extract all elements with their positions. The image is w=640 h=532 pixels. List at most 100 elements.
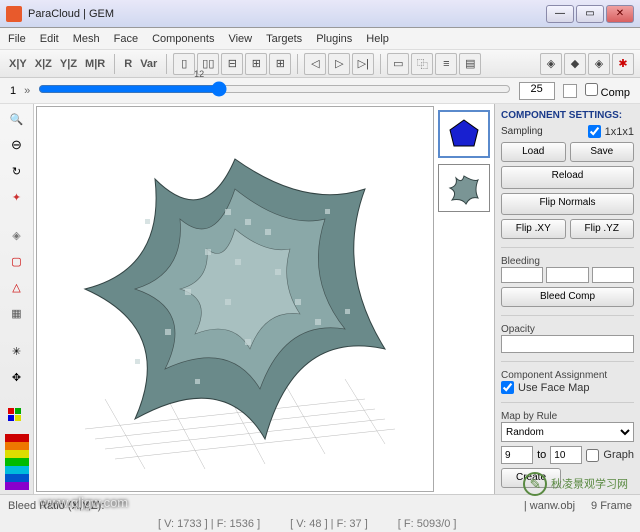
cube-shade-icon[interactable]: ◈ — [588, 53, 610, 75]
layers-icon[interactable]: ≡ — [435, 53, 457, 75]
separator — [114, 54, 115, 74]
render-preview — [37, 107, 433, 491]
thumbnail-component[interactable] — [438, 110, 490, 158]
layout-1-icon[interactable]: ▯ — [173, 53, 195, 75]
viewport[interactable] — [36, 106, 434, 492]
tool-var[interactable]: Var — [140, 58, 157, 70]
window-title: ParaCloud | GEM — [28, 8, 544, 20]
axis-xy[interactable]: X|Y — [9, 58, 27, 70]
layout-2h-icon[interactable]: ⊟ — [221, 53, 243, 75]
rule-select[interactable]: Random — [501, 422, 634, 442]
cube-icon[interactable]: ◈ — [5, 224, 29, 246]
next-frame-icon[interactable]: ▷| — [352, 53, 374, 75]
menu-targets[interactable]: Targets — [266, 33, 302, 45]
thumbnail-panel — [436, 104, 494, 494]
menu-file[interactable]: File — [8, 33, 26, 45]
left-toolbar: 🔍 ⊖ ↻ ✦ ◈ ▢ △ ▦ ✳ ✥ — [0, 104, 34, 494]
menu-edit[interactable]: Edit — [40, 33, 59, 45]
settings-panel: COMPONENT SETTINGS: Sampling 1x1x1 Load … — [494, 104, 640, 494]
zoom-out-icon[interactable]: ⊖ — [5, 134, 29, 156]
tool-r[interactable]: R — [124, 58, 132, 70]
load-button[interactable]: Load — [501, 142, 566, 162]
main-area: 🔍 ⊖ ↻ ✦ ◈ ▢ △ ▦ ✳ ✥ — [0, 104, 640, 494]
layout-3-icon[interactable]: ⊞ — [245, 53, 267, 75]
menu-bar: File Edit Mesh Face Components View Targ… — [0, 28, 640, 50]
flip-normals-button[interactable]: Flip Normals — [501, 193, 634, 216]
triangle-icon[interactable]: △ — [5, 276, 29, 298]
menu-face[interactable]: Face — [114, 33, 138, 45]
bleed-z[interactable] — [592, 267, 634, 283]
status-file: | wanw.obj — [524, 500, 575, 512]
axis-xz[interactable]: X|Z — [35, 58, 52, 70]
cube-solid-icon[interactable]: ◆ — [564, 53, 586, 75]
status-verts2: [ V: 48 ] | F: 37 ] — [290, 518, 368, 530]
frame-slider-bar: 1 » 12 25 Comp — [0, 78, 640, 104]
save-button[interactable]: Save — [570, 142, 635, 162]
step-button[interactable] — [563, 84, 577, 98]
opacity-field[interactable] — [501, 335, 634, 353]
opacity-label: Opacity — [501, 324, 634, 335]
thumbnail-mesh[interactable] — [438, 164, 490, 212]
sampling-label: Sampling — [501, 126, 543, 137]
stack-icon[interactable]: ▤ — [459, 53, 481, 75]
status-bar: Bleed Ratio (X,Y,Z): | wanw.obj 9 Frame — [0, 494, 640, 516]
menu-components[interactable]: Components — [152, 33, 214, 45]
range-from[interactable] — [501, 446, 533, 464]
app-icon — [6, 6, 22, 22]
square-icon[interactable]: ▢ — [5, 250, 29, 272]
status-bar-2: [ V: 1733 ] | F: 1536 ] [ V: 48 ] | F: 3… — [0, 516, 640, 532]
menu-mesh[interactable]: Mesh — [73, 33, 100, 45]
use-face-map-checkbox[interactable]: Use Face Map — [501, 381, 634, 394]
menu-view[interactable]: View — [228, 33, 252, 45]
status-frame: 9 Frame — [591, 500, 632, 512]
grid-icon[interactable]: ▦ — [5, 302, 29, 324]
star-icon[interactable]: ✳ — [5, 340, 29, 362]
map-by-rule-label: Map by Rule — [501, 411, 634, 422]
separator — [297, 54, 298, 74]
status-verts: [ V: 1733 ] | F: 1536 ] — [158, 518, 260, 530]
swatch-picker-icon[interactable] — [5, 404, 29, 426]
menu-help[interactable]: Help — [366, 33, 389, 45]
cube-red-icon[interactable]: ✱ — [612, 53, 634, 75]
prev-frame-icon[interactable]: ◁ — [304, 53, 326, 75]
to-label: to — [537, 449, 546, 461]
copy-icon[interactable]: ⿻ — [411, 53, 433, 75]
layout-4-icon[interactable]: ⊞ — [269, 53, 291, 75]
flip-yz-button[interactable]: Flip .YZ — [570, 219, 635, 239]
comp-assign-label: Component Assignment — [501, 370, 634, 381]
slider-field[interactable]: 25 — [519, 82, 555, 100]
slider-min: 1 — [10, 85, 16, 97]
page-icon[interactable]: ▭ — [387, 53, 409, 75]
reload-button[interactable]: Reload — [501, 166, 634, 189]
axis-mr[interactable]: M|R — [85, 58, 105, 70]
axis-yz[interactable]: Y|Z — [60, 58, 77, 70]
title-bar: ParaCloud | GEM — ▭ ✕ — [0, 0, 640, 28]
frame-slider[interactable] — [38, 81, 510, 97]
play-icon[interactable]: ▷ — [328, 53, 350, 75]
flip-xy-button[interactable]: Flip .XY — [501, 219, 566, 239]
cube-wire-icon[interactable]: ◈ — [540, 53, 562, 75]
main-toolbar: X|Y X|Z Y|Z M|R R Var ▯ ▯▯ ⊟ ⊞ ⊞ ◁ ▷ ▷| … — [0, 50, 640, 78]
sampling-checkbox[interactable]: 1x1x1 — [588, 125, 634, 138]
target-icon[interactable]: ✥ — [5, 366, 29, 388]
minimize-button[interactable]: — — [546, 5, 574, 23]
rotate-icon[interactable]: ↻ — [5, 160, 29, 182]
maximize-button[interactable]: ▭ — [576, 5, 604, 23]
range-to[interactable] — [550, 446, 582, 464]
comp-checkbox[interactable]: Comp — [585, 83, 630, 99]
bleed-x[interactable] — [501, 267, 543, 283]
separator — [166, 54, 167, 74]
zoom-in-icon[interactable]: 🔍 — [5, 108, 29, 130]
bleeding-label: Bleeding — [501, 256, 634, 267]
menu-plugins[interactable]: Plugins — [316, 33, 352, 45]
separator — [380, 54, 381, 74]
pan-icon[interactable]: ✦ — [5, 186, 29, 208]
close-button[interactable]: ✕ — [606, 5, 634, 23]
status-verts3: [ F: 5093/0 ] — [398, 518, 457, 530]
status-bleed-ratio: Bleed Ratio (X,Y,Z): — [8, 500, 104, 512]
bleed-comp-button[interactable]: Bleed Comp — [501, 287, 634, 307]
create-button[interactable]: Create — [501, 468, 561, 488]
bleed-y[interactable] — [546, 267, 588, 283]
color-swatches[interactable] — [5, 434, 29, 490]
graph-checkbox[interactable]: Graph — [586, 449, 634, 462]
